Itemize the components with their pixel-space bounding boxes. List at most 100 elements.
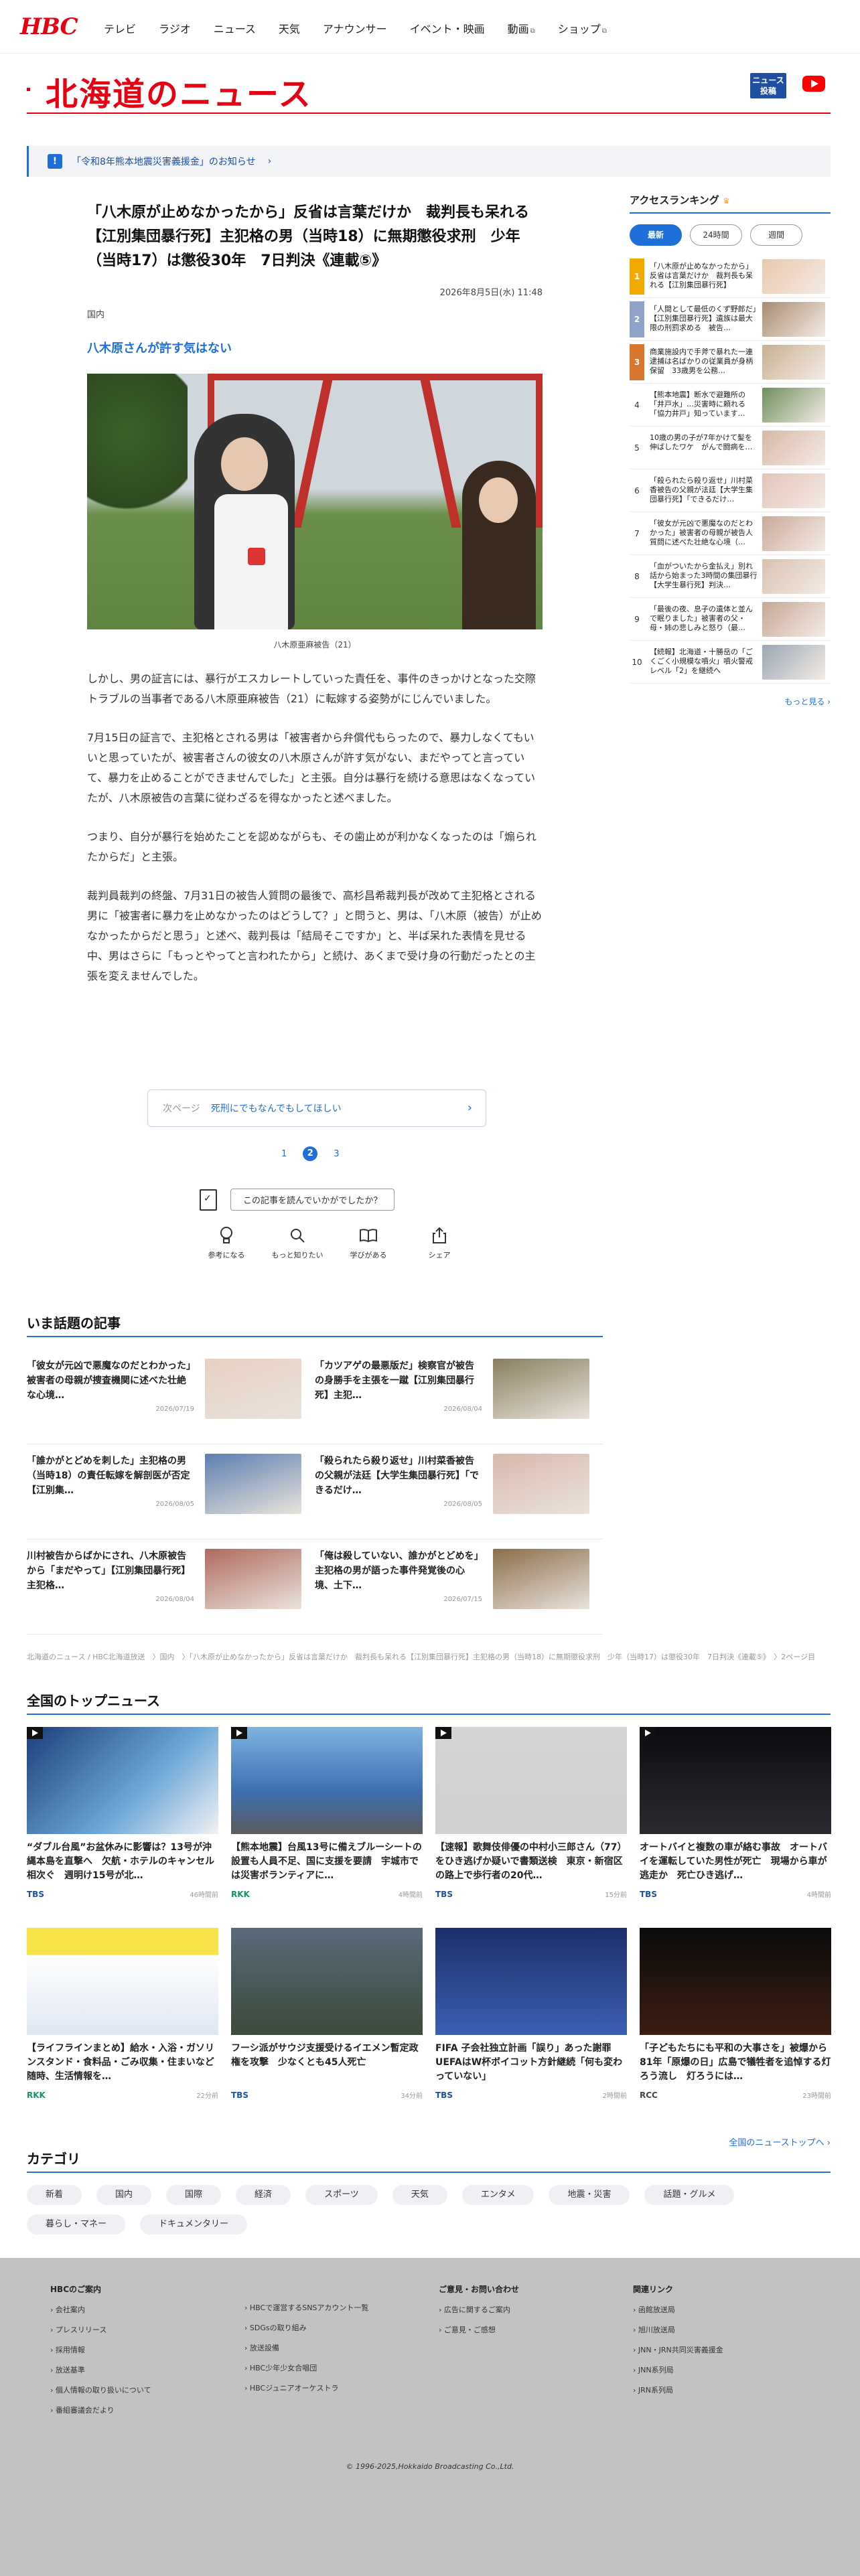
article-photo xyxy=(87,374,543,629)
tab-latest[interactable]: 最新 xyxy=(630,224,682,246)
photo-bag xyxy=(248,548,265,565)
national-news-card[interactable]: 「子どもたちにも平和の大事さを」被爆から81年「原爆の日」広島で犠牲者を追悼する… xyxy=(640,1928,831,2129)
footer-link[interactable]: プレスリリース xyxy=(50,2324,244,2335)
national-news-image xyxy=(640,1928,831,2035)
ranking-item[interactable]: 1 「八木原が止めなかったから」反省は言葉だけか 裁判長も呆れる【江別集団暴行死】 xyxy=(630,255,831,298)
nav-tv[interactable]: テレビ xyxy=(104,20,136,36)
trending-article-date: 2026/08/04 xyxy=(155,1596,194,1603)
notice-bar[interactable]: ! 「令和8年熊本地震災害義援金」のお知らせ › xyxy=(27,146,831,177)
footer-link[interactable]: JNN系列局 xyxy=(633,2364,827,2375)
ranking-item[interactable]: 5 10歳の男の子が7年かけて髪を伸ばしたワケ がんで闘病を… xyxy=(630,427,831,469)
page-link-1[interactable]: 1 xyxy=(281,1149,287,1159)
source-logo: TBS xyxy=(640,1889,657,1899)
category-chip[interactable]: 天気 xyxy=(392,2185,447,2205)
national-news-card[interactable]: 【速報】歌舞伎俳優の中村小三郎さん（77）をひき逃げか疑いで書類送検 東京・新宿… xyxy=(435,1727,627,1928)
footer-link[interactable]: 放送基準 xyxy=(50,2364,244,2375)
footer-link[interactable]: HBCで運営するSNSアカウント一覧 xyxy=(244,2302,439,2313)
hbc-logo[interactable]: HBC xyxy=(20,13,78,40)
reaction-helpful-button[interactable]: 参考になる xyxy=(200,1225,253,1260)
trending-article[interactable]: 「カツアゲの最悪版だ」検察官が被告の身勝手を主張を一蹴【江別集団暴行死】主犯… 2… xyxy=(315,1349,603,1444)
trending-article[interactable]: 川村被告からばかにされ、八木原被告から「まだやって」【江別集団暴行死】主犯格… 2… xyxy=(27,1539,315,1635)
footer-link[interactable]: 採用情報 xyxy=(50,2344,244,2355)
share-button[interactable]: シェア xyxy=(413,1225,466,1260)
external-link-icon: ⧉ xyxy=(601,27,607,35)
category-chip[interactable]: 新着 xyxy=(27,2185,82,2205)
trending-article[interactable]: 「俺は殺していない、誰かがとどめを」主犯格の男が語った事件発覚後の心境、土下… 2… xyxy=(315,1539,603,1635)
footer-link[interactable]: 旭川放送局 xyxy=(633,2324,827,2335)
source-logo: TBS xyxy=(231,2090,248,2100)
national-news-meta: TBS 2時間前 xyxy=(435,2090,627,2101)
source-logo: RKK xyxy=(231,1889,250,1899)
footer-link[interactable]: SDGsの取り組み xyxy=(244,2322,439,2333)
ranking-item[interactable]: 4 【熊本地震】断水で避難所の「井戸水」…災害時に頼れる「協力井戸」知っています… xyxy=(630,384,831,427)
nav-shop[interactable]: ショップ ⧉ xyxy=(558,20,607,36)
national-news-card[interactable]: フーシ派がサウジ支援受けるイエメン暫定政権を攻撃 少なくとも45人死亡 TBS 34… xyxy=(231,1928,423,2129)
category-chip[interactable]: 国際 xyxy=(166,2185,222,2205)
national-more-link[interactable]: 全国のニューストップへ › xyxy=(27,2135,831,2148)
category-chip[interactable]: 国内 xyxy=(96,2185,152,2205)
footer-column: 関連リンク函館放送局旭川放送局 JNN・JRN共同災害義援金 JNN系列局 JRN系列… xyxy=(633,2283,827,2425)
ranking-item[interactable]: 8 「血がついたから金払え」別れ話から始まった3時間の集団暴行【大学生暴行死】判決… xyxy=(630,555,831,598)
footer-link[interactable]: HBC少年少女合唱団 xyxy=(244,2362,439,2373)
national-news-card[interactable]: “ダブル台風”お盆休みに影響は？13号が沖縄本島を直撃へ 欠航・ホテルのキャンセ… xyxy=(27,1727,218,1928)
page-title[interactable]: 北海道のニュース xyxy=(46,68,312,115)
category-chip[interactable]: 話題・グルメ xyxy=(644,2185,735,2205)
footer-link[interactable]: JRN系列局 xyxy=(633,2384,827,2395)
article-subheading: 八木原さんが許す気はない xyxy=(87,342,232,356)
footer-link[interactable]: ご意見・ご感想 xyxy=(439,2324,633,2335)
nav-events[interactable]: イベント・映画 xyxy=(410,20,485,36)
ranking-item[interactable]: 3 商業施設内で手斧で暴れた一連逮捕は名ばかりの従業員が身柄保留 33歳男を公務… xyxy=(630,341,831,384)
national-news-title: 【速報】歌舞伎俳優の中村小三郎さん（77）をひき逃げか疑いで書類送検 東京・新宿… xyxy=(435,1842,627,1881)
footer-link[interactable]: 会社案内 xyxy=(50,2304,244,2315)
ranking-more-link[interactable]: もっと見る › xyxy=(630,696,831,707)
national-news-title: FIFA 子会社独立計画「誤り」あった謝罪 UEFAはW杯ボイコット方針継続「何… xyxy=(435,2043,623,2082)
reaction-more-button[interactable]: もっと知りたい xyxy=(271,1225,324,1260)
article-survey: この記事を読んでいかがでしたか？ xyxy=(200,1189,395,1211)
article-paragraph: つまり、自分が暴行を始めたことを認めながらも、その歯止めが利かなくなったのは「煽… xyxy=(87,830,536,863)
next-page-link[interactable]: 次ページ 死刑にでもなんでもしてほしい › xyxy=(147,1089,486,1127)
footer-column-heading: ご意見・お問い合わせ xyxy=(439,2285,520,2294)
news-submit-button[interactable]: ニュース 投稿 xyxy=(750,73,786,98)
footer-link[interactable]: 函館放送局 xyxy=(633,2304,827,2315)
ranking-item[interactable]: 7 「彼女が元凶で悪魔なのだとわかった」被害者の母親が被告人質問に述べた壮絶な心境… xyxy=(630,512,831,555)
category-chip[interactable]: 暮らし・マネー xyxy=(27,2214,126,2234)
national-news-card[interactable]: 【ライフラインまとめ】給水・入浴・ガソリンスタンド・食料品・ごみ収集・住まいなど… xyxy=(27,1928,218,2129)
reaction-learn-button[interactable]: 学びがある xyxy=(342,1225,395,1260)
trending-article[interactable]: 「殺られたら殺り返せ」川村菜香被告の父親が法廷【大学生集団暴行死】「できるだけ…… xyxy=(315,1444,603,1539)
nav-announcer[interactable]: アナウンサー xyxy=(323,20,387,36)
tab-24h[interactable]: 24時間 xyxy=(690,224,742,246)
nav-radio[interactable]: ラジオ xyxy=(159,20,191,36)
footer-link[interactable]: JNN・JRN共同災害義援金 xyxy=(633,2344,827,2355)
ranking-item[interactable]: 10 【続報】北海道・十勝岳の「ごくごく小規模な噴火」噴火警戒レベル「2」を継続へ xyxy=(630,641,831,684)
category-chip[interactable]: 経済 xyxy=(236,2185,291,2205)
trending-article-date: 2026/07/19 xyxy=(155,1406,194,1413)
footer-link[interactable]: 放送設備 xyxy=(244,2342,439,2353)
national-news-card[interactable]: FIFA 子会社独立計画「誤り」あった謝罪 UEFAはW杯ボイコット方針継続「何… xyxy=(435,1928,627,2129)
trending-article[interactable]: 「誰かがとどめを刺した」主犯格の男（当時18）の責任転嫁を解剖医が否定【江別集…… xyxy=(27,1444,315,1539)
footer-link[interactable]: 個人情報の取り扱いについて xyxy=(50,2384,244,2395)
nav-news[interactable]: ニュース xyxy=(214,20,256,36)
nav-video[interactable]: 動画 ⧉ xyxy=(508,20,535,36)
youtube-icon[interactable] xyxy=(802,76,825,92)
category-chip[interactable]: ドキュメンタリー xyxy=(140,2214,248,2234)
page-link-3[interactable]: 3 xyxy=(334,1149,339,1159)
ranking-item[interactable]: 2 「人間として最低のくず野郎だ」【江別集団暴行死】遺族は最大限の刑罰求める 被告… xyxy=(630,298,831,341)
ranking-item[interactable]: 9 「最後の夜、息子の遺体と並んで眠りました」被害者の父・母・姉の悲しみと怒り（最… xyxy=(630,598,831,641)
national-news-card[interactable]: 【熊本地震】台風13号に備えブルーシートの設置も人員不足、国に支援を要請 宇城市… xyxy=(231,1727,423,1928)
trending-article[interactable]: 「彼女が元凶で悪魔なのだとわかった」被害者の母親が捜査機関に述べた壮絶な心境… 2… xyxy=(27,1349,315,1444)
tab-weekly[interactable]: 週間 xyxy=(750,224,802,246)
national-news-card[interactable]: オートバイと複数の車が絡む事故 オートバイを運転していた男性が死亡 現場から車が… xyxy=(640,1727,831,1928)
ranking-item[interactable]: 6 「殺られたら殺り返せ」川村菜香被告の父親が法廷【大学生集団暴行死】「できるだけ… xyxy=(630,469,831,512)
trending-article-title: 「カツアゲの最悪版だ」検察官が被告の身勝手を主張を一蹴【江別集団暴行死】主犯… xyxy=(315,1361,474,1401)
footer-link[interactable]: HBCジュニアオーケストラ xyxy=(244,2382,439,2393)
category-chip[interactable]: 地震・災害 xyxy=(549,2185,630,2205)
article-category[interactable]: 国内 xyxy=(87,307,543,320)
category-chip[interactable]: スポーツ xyxy=(305,2185,378,2205)
category-chip[interactable]: エンタメ xyxy=(461,2185,534,2205)
nav-weather[interactable]: 天気 xyxy=(279,20,300,36)
top-navigation: HBC テレビ ラジオ ニュース 天気 アナウンサー イベント・映画 動画 ⧉ シ… xyxy=(0,0,860,54)
footer-link[interactable]: 広告に関するご案内 xyxy=(439,2304,633,2315)
rank-number: 7 xyxy=(634,528,640,538)
footer-link[interactable]: 番組審議会だより xyxy=(50,2405,244,2415)
breadcrumb[interactable]: 北海道のニュース / HBC北海道放送 〉国内 〉「八木原が止めなかったから」反… xyxy=(27,1651,831,1664)
